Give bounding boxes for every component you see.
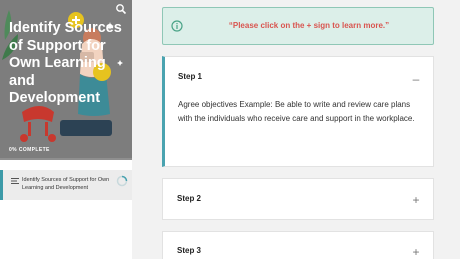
sidebar-lesson-item[interactable]: Identify Sources of Support for Own Lear… xyxy=(0,170,132,200)
course-sidebar: Identify Sources of Support for Own Lear… xyxy=(0,0,132,259)
accordion-title: Step 2 xyxy=(177,194,202,203)
accordion-body: Agree objectives Example: Be able to wri… xyxy=(178,100,415,123)
expand-icon[interactable]: + xyxy=(411,246,421,258)
accordion-item-step-3[interactable]: Step 3 + xyxy=(162,231,434,259)
course-progress-label: 0% COMPLETE xyxy=(9,147,50,153)
collapse-icon[interactable]: – xyxy=(411,73,421,85)
accordion-item-step-1[interactable]: Step 1 – Agree objectives Example: Be ab… xyxy=(162,56,434,167)
accordion-item-step-2[interactable]: Step 2 + xyxy=(162,178,434,220)
course-title: Identify Sources of Support for Own Lear… xyxy=(9,20,122,106)
callout-text: “Please click on the + sign to learn mor… xyxy=(228,21,390,30)
info-icon xyxy=(171,20,183,32)
course-hero: Identify Sources of Support for Own Lear… xyxy=(0,0,132,160)
expand-icon[interactable]: + xyxy=(411,194,421,206)
search-icon[interactable] xyxy=(115,3,127,15)
sidebar-lesson-label: Identify Sources of Support for Own Lear… xyxy=(22,177,110,191)
course-progress-bar xyxy=(0,158,132,160)
text-lines-icon xyxy=(11,178,19,184)
info-callout: “Please click on the + sign to learn mor… xyxy=(162,7,434,45)
lesson-content: “Please click on the + sign to learn mor… xyxy=(132,0,460,259)
accordion-title: Step 3 xyxy=(177,246,202,255)
accordion-title: Step 1 xyxy=(178,72,203,81)
lesson-progress-ring-icon xyxy=(116,175,128,187)
